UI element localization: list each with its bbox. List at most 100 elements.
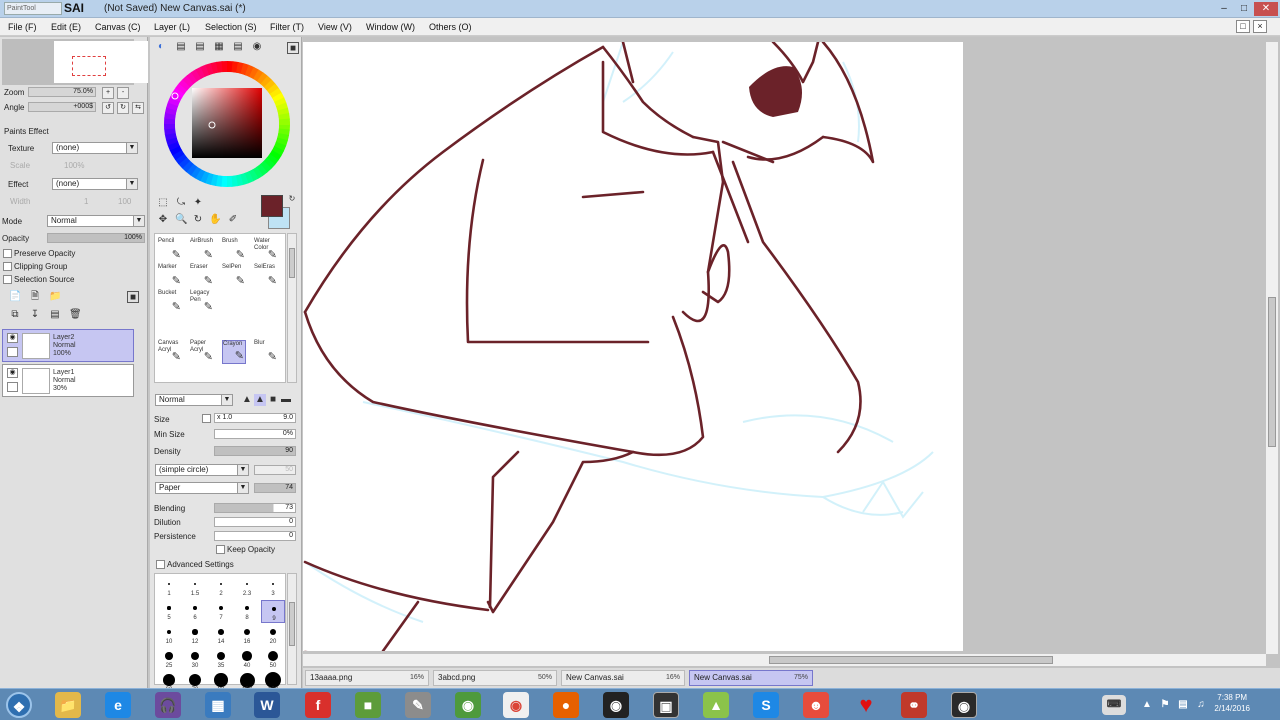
new-folder-icon[interactable]: 📁 [49,291,61,303]
merge-down-icon[interactable]: ↧ [29,309,41,321]
menu-window[interactable]: Window (W) [366,22,415,32]
brush-brush[interactable]: Brush ✎ [222,238,246,262]
brush-crayon[interactable]: Crayon ✎ [222,340,246,364]
headphones-app-icon[interactable]: 🎧 [155,692,181,718]
brush-size-preset[interactable]: 12 [183,624,207,647]
vertical-scrollbar[interactable] [1266,42,1278,654]
red-app-icon[interactable]: ⚭ [901,692,927,718]
brush-pencil[interactable]: Pencil ✎ [158,238,182,262]
minimize-icon[interactable]: – [1216,2,1232,16]
size-slider[interactable]: x 1.0 9.0 [214,413,296,423]
keyboard-icon[interactable]: ⌨ [1102,695,1126,715]
brush-size-preset[interactable]: 50 [261,648,285,671]
brush-size-preset[interactable]: 9 [261,600,285,623]
palette-tab-icon[interactable]: ◉ [251,41,263,53]
menu-selection[interactable]: Selection (S) [205,22,257,32]
horizontal-scrollbar[interactable] [303,654,1266,666]
rotate-tool-icon[interactable]: ↻ [192,214,204,226]
rgb-slider-tab-icon[interactable]: ▤ [175,41,187,53]
color-wheel-tab-icon[interactable]: ◐ [155,41,167,53]
clear-layer-icon[interactable]: ▤ [49,309,61,321]
brush-size-preset[interactable]: 8 [235,600,259,623]
brush-size-preset[interactable]: 7 [209,600,233,623]
lock-icon[interactable] [7,382,18,392]
brush-shape-select[interactable]: (simple circle) ▼ [155,464,249,476]
doc-restore-icon[interactable]: □ [1236,20,1250,33]
doc-tab[interactable]: 13aaaa.png 16% [305,670,429,686]
brush-shape-dome-icon[interactable]: ■ [267,394,279,406]
brush-size-preset[interactable]: 1.5 [183,576,207,599]
doc-close-icon[interactable]: × [1253,20,1267,33]
internet-explorer-icon[interactable]: e [105,692,131,718]
zoom-tool-icon[interactable]: 🔍 [175,214,187,226]
layer-mode-select[interactable]: Normal ▼ [47,215,145,227]
volume-icon[interactable]: ♫ [1194,692,1208,718]
dilution-slider[interactable]: 0 [214,517,296,527]
eye-icon[interactable]: ◉ [7,333,18,343]
texture-select[interactable]: (none) ▼ [52,142,138,154]
sai-taskbar-icon[interactable]: ▲ [703,692,729,718]
menu-view[interactable]: View (V) [318,22,352,32]
minecraft-icon[interactable]: ■ [355,692,381,718]
vertical-scroll-thumb[interactable] [1268,297,1276,447]
start-icon[interactable]: ❖ [6,692,32,718]
word-icon[interactable]: W [254,692,280,718]
effect-select[interactable]: (none) ▼ [52,178,138,190]
hsv-slider-tab-icon[interactable]: ▤ [194,41,206,53]
chat-app-icon[interactable]: ◉ [455,692,481,718]
brush-marker[interactable]: Marker ✎ [158,264,182,288]
delete-layer-icon[interactable]: 🗑 [69,309,82,321]
game-icon[interactable]: ☻ [803,692,829,718]
brush-size-preset[interactable]: 2 [209,576,233,599]
size-lock-checkbox[interactable] [202,414,211,423]
brush-bucket[interactable]: Bucket ✎ [158,290,182,314]
brush-size-preset[interactable]: 16 [235,624,259,647]
blend-mode-select[interactable]: Normal ▼ [155,394,233,406]
app-icon[interactable]: ▦ [205,692,231,718]
layer-row-layer2[interactable]: ◉ Layer2 Normal 100% [2,329,134,362]
copy-layer-icon[interactable]: ⧉ [9,309,21,321]
move-icon[interactable]: ✥ [157,214,169,226]
menu-filter[interactable]: Filter (T) [270,22,304,32]
network-icon[interactable]: ▤ [1176,692,1190,718]
persistence-slider[interactable]: 0 [214,531,296,541]
eye-icon[interactable]: ◉ [7,368,18,378]
advanced-settings-checkbox[interactable] [156,560,165,569]
magic-wand-icon[interactable]: ✦ [192,197,204,209]
clipping-group-checkbox[interactable] [3,262,12,271]
layer-mask-icon[interactable]: ■ [127,291,139,303]
size-presets-scrollbar[interactable] [287,573,297,685]
preserve-opacity-checkbox[interactable] [3,249,12,258]
maximize-icon[interactable]: □ [1236,2,1252,16]
brush-airbrush[interactable]: AirBrush ✎ [190,238,214,262]
brush-size-preset[interactable]: 5 [157,600,181,623]
scratchpad-tab-icon[interactable]: ▤ [232,41,244,53]
brush-shape-triangle-icon[interactable]: ▲ [241,394,253,406]
brush-size-preset[interactable]: 20 [261,624,285,647]
lock-icon[interactable] [7,347,18,357]
menu-file[interactable]: File (F) [8,22,37,32]
brush-size-preset[interactable]: 35 [209,648,233,671]
density-slider[interactable]: 90 [214,446,296,456]
brush-seleras[interactable]: SelEras ✎ [254,264,278,288]
layer-opacity-slider[interactable]: 100% [47,233,145,243]
brush-grid-scrollbar[interactable] [287,233,297,383]
swatches-tab-icon[interactable]: ▦ [213,41,225,53]
menu-layer[interactable]: Layer (L) [154,22,190,32]
zoom-out-icon[interactable]: - [117,87,129,99]
brush-size-preset[interactable]: 2.3 [235,576,259,599]
brush-size-preset[interactable]: 3 [261,576,285,599]
panel-toggle-icon[interactable]: ■ [287,42,299,54]
rotate-right-icon[interactable]: ↻ [117,102,129,114]
horizontal-scroll-thumb[interactable] [769,656,1053,664]
lasso-icon[interactable]: ⤿ [175,197,187,209]
doc-tab[interactable]: New Canvas.sai 16% [561,670,685,686]
brush-size-preset[interactable]: 25 [157,648,181,671]
blending-slider[interactable]: 73 [214,503,296,513]
brush-canvas-acryl[interactable]: Canvas Acryl ✎ [158,340,182,364]
firefox-icon[interactable]: ● [553,692,579,718]
zoom-in-icon[interactable]: + [102,87,114,99]
brush-legacy-pen[interactable]: Legacy Pen ✎ [190,290,214,314]
brush-size-preset[interactable]: 1 [157,576,181,599]
brush-blur[interactable]: Blur ✎ [254,340,278,364]
